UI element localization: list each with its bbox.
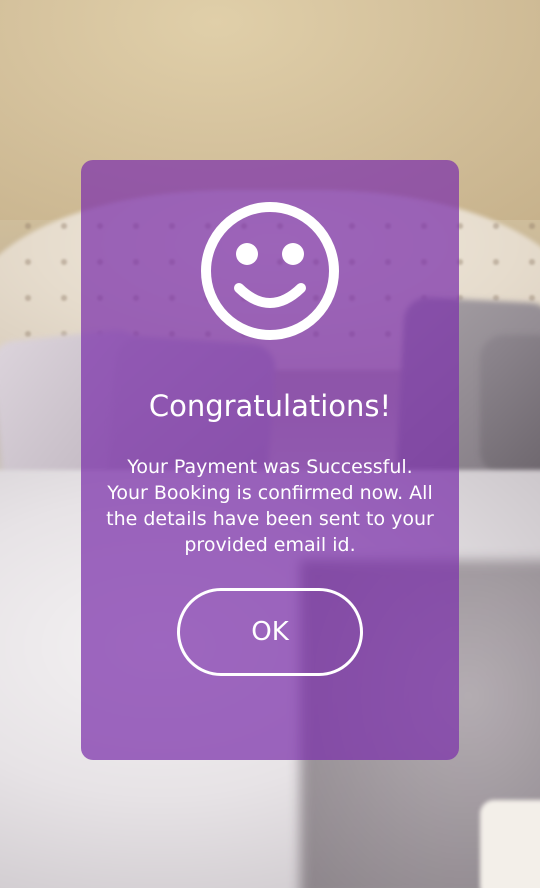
dialog-message-line: provided email id. bbox=[184, 534, 356, 556]
payment-success-dialog: Congratulations! Your Payment was Succes… bbox=[81, 160, 459, 760]
dialog-title: Congratulations! bbox=[148, 389, 392, 423]
dialog-message-line: Your Booking is confirmed now. All bbox=[107, 482, 433, 504]
smiley-face-icon bbox=[201, 202, 339, 340]
background-pillow bbox=[480, 335, 540, 475]
dialog-message: Your Payment was Successful. Your Bookin… bbox=[91, 454, 449, 558]
dialog-message-line: the details have been sent to your bbox=[106, 508, 434, 530]
background-bench bbox=[480, 800, 540, 888]
dialog-message-line: Your Payment was Successful. bbox=[127, 456, 413, 478]
ok-button[interactable]: OK bbox=[177, 588, 363, 676]
